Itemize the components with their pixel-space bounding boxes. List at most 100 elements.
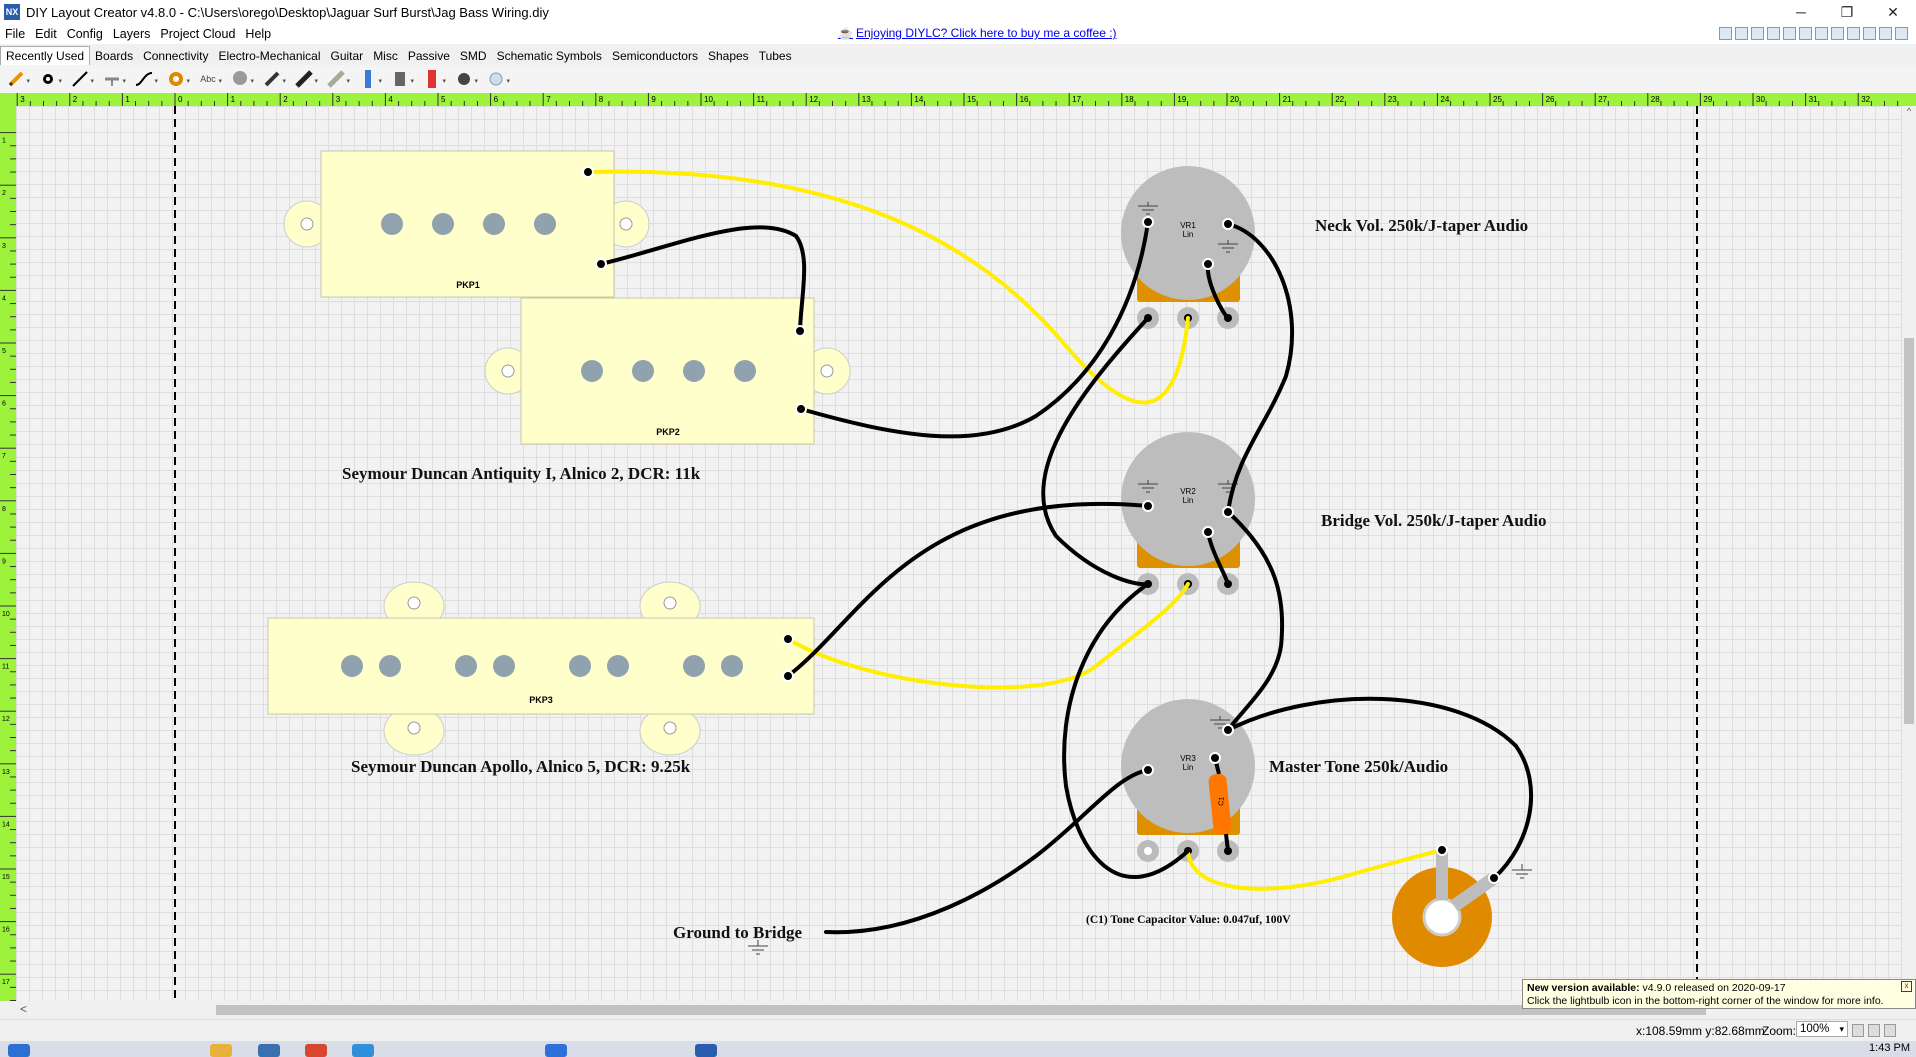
tab-guitar[interactable]: Guitar: [326, 47, 369, 65]
scroll-left-icon[interactable]: <: [20, 1002, 27, 1016]
tool-ic[interactable]: ▾: [352, 67, 384, 91]
tab-boards[interactable]: Boards: [90, 47, 138, 65]
hot-wires[interactable]: [586, 169, 1444, 891]
front-icon[interactable]: [1863, 27, 1876, 40]
tab-schematic-symbols[interactable]: Schematic Symbols: [492, 47, 607, 65]
pkp3-label: PKP3: [529, 695, 553, 705]
menu-help[interactable]: Help: [240, 27, 276, 41]
back-icon[interactable]: [1879, 27, 1892, 40]
tool-diode[interactable]: ▾: [320, 67, 352, 91]
coffee-link-text: Enjoying DIYLC? Click here to buy me a c…: [855, 26, 1117, 40]
menu-edit[interactable]: Edit: [30, 27, 62, 41]
grid-toggle-icon[interactable]: [1852, 1024, 1864, 1037]
ruler-label: 13: [862, 95, 871, 104]
tool-relay[interactable]: ▾: [416, 67, 448, 91]
label-tone-capacitor[interactable]: (C1) Tone Capacitor Value: 0.047uf, 100V: [1086, 914, 1291, 926]
redo-icon[interactable]: [1735, 27, 1748, 40]
coffee-link[interactable]: ☕ Enjoying DIYLC? Click here to buy me a …: [838, 26, 1117, 40]
tab-tubes[interactable]: Tubes: [754, 47, 797, 65]
zoom-select[interactable]: 100% ▾: [1796, 1021, 1848, 1037]
explorer-icon[interactable]: [210, 1044, 232, 1057]
group-icon[interactable]: [1783, 27, 1796, 40]
layout-drawing[interactable]: PKP1 PKP2 PKP3 VR1 Lin VR2 Lin VR3 Lin C…: [16, 106, 1902, 1001]
menu-config[interactable]: Config: [62, 27, 108, 41]
paste-icon[interactable]: [1767, 27, 1780, 40]
rotate-icon[interactable]: [1831, 27, 1844, 40]
tab-misc[interactable]: Misc: [368, 47, 403, 65]
tab-electro-mechanical[interactable]: Electro-Mechanical: [213, 47, 325, 65]
tool-jack[interactable]: ▾: [160, 67, 192, 91]
tab-semiconductors[interactable]: Semiconductors: [607, 47, 703, 65]
tool-solder-pad[interactable]: ▾: [32, 67, 64, 91]
restore-button[interactable]: ❐: [1824, 0, 1870, 24]
tab-shapes[interactable]: Shapes: [703, 47, 754, 65]
ruler-label: 11: [2, 664, 9, 671]
update-notification[interactable]: New version available: v4.9.0 released o…: [1522, 979, 1916, 1009]
lightbulb-icon[interactable]: [1868, 1024, 1880, 1037]
pot-vr2[interactable]: [1121, 432, 1255, 595]
ruler-label: 29: [1703, 95, 1712, 104]
scroll-up-icon[interactable]: ^: [1902, 106, 1916, 116]
notification-close-icon[interactable]: x: [1901, 981, 1912, 992]
output-jack[interactable]: [1392, 852, 1532, 967]
vertical-scroll-thumb[interactable]: [1904, 338, 1914, 724]
vr1-name: VR1: [1180, 221, 1196, 230]
tab-recently-used[interactable]: Recently Used: [0, 46, 91, 65]
info-icon[interactable]: [1884, 1024, 1896, 1037]
store-icon[interactable]: [352, 1044, 374, 1057]
tool-switch[interactable]: ▾: [256, 67, 288, 91]
tab-connectivity[interactable]: Connectivity: [138, 47, 213, 65]
label-master-tone[interactable]: Master Tone 250k/Audio: [1269, 757, 1448, 776]
vertical-scrollbar[interactable]: ^: [1902, 106, 1916, 1001]
horizontal-scroll-thumb[interactable]: [216, 1005, 1706, 1015]
nudge-icon[interactable]: [1847, 27, 1860, 40]
taskbar-clock: 1:43 PM: [1869, 1042, 1910, 1054]
menu-project-cloud[interactable]: Project Cloud: [155, 27, 240, 41]
minimize-button[interactable]: ─: [1778, 0, 1824, 24]
layout-canvas[interactable]: PKP1 PKP2 PKP3 VR1 Lin VR2 Lin VR3 Lin C…: [16, 106, 1902, 1001]
ruler-label: 2: [73, 95, 78, 104]
menu-layers[interactable]: Layers: [108, 27, 156, 41]
pickup-desc-antiquity[interactable]: Seymour Duncan Antiquity I, Alnico 2, DC…: [342, 464, 701, 483]
tool-ground[interactable]: ▾: [96, 67, 128, 91]
undo-icon[interactable]: [1719, 27, 1732, 40]
ruler-label: 16: [2, 927, 10, 934]
pkp2-label: PKP2: [656, 427, 680, 437]
tool-text[interactable]: Abc ▾: [192, 67, 224, 91]
copy-icon[interactable]: [1751, 27, 1764, 40]
label-ground-to-bridge[interactable]: Ground to Bridge: [673, 923, 803, 942]
tool-board[interactable]: ▾: [480, 67, 512, 91]
tool-resistor[interactable]: ▾: [288, 67, 320, 91]
tool-pencil[interactable]: ▾: [0, 67, 32, 91]
pickup-desc-apollo[interactable]: Seymour Duncan Apollo, Alnico 5, DCR: 9.…: [351, 757, 691, 776]
pickup-pkp2[interactable]: [484, 297, 851, 445]
diylc-taskbar-icon[interactable]: [545, 1044, 567, 1057]
settings-icon[interactable]: [1895, 27, 1908, 40]
menu-file[interactable]: File: [0, 27, 30, 41]
pickup-pkp3[interactable]: [267, 581, 815, 756]
flip-icon[interactable]: [1815, 27, 1828, 40]
diylc-active-icon[interactable]: [695, 1044, 717, 1057]
label-bridge-vol[interactable]: Bridge Vol. 250k/J-taper Audio: [1321, 511, 1546, 530]
tool-curve[interactable]: ▾: [128, 67, 160, 91]
pot-vr1[interactable]: [1121, 166, 1255, 329]
app-icon-1[interactable]: [258, 1044, 280, 1057]
tool-transistor[interactable]: ▾: [384, 67, 416, 91]
tool-line[interactable]: ▾: [64, 67, 96, 91]
tool-tube[interactable]: ▾: [448, 67, 480, 91]
ruler-label: 1: [2, 138, 6, 145]
tool-pot[interactable]: ▾: [224, 67, 256, 91]
vr3-taper: Lin: [1183, 763, 1194, 772]
vr2-taper: Lin: [1183, 496, 1194, 505]
start-icon[interactable]: [8, 1044, 30, 1057]
ruler-label: 3: [336, 95, 341, 104]
close-button[interactable]: ✕: [1870, 0, 1916, 24]
notification-title: New version available:: [1527, 982, 1640, 994]
component-tabs: Recently Used Boards Connectivity Electr…: [0, 45, 1916, 65]
tab-smd[interactable]: SMD: [455, 47, 492, 65]
label-neck-vol[interactable]: Neck Vol. 250k/J-taper Audio: [1315, 216, 1528, 235]
ungroup-icon[interactable]: [1799, 27, 1812, 40]
ruler-label: 9: [651, 95, 656, 104]
browser-icon[interactable]: [305, 1044, 327, 1057]
tab-passive[interactable]: Passive: [403, 47, 455, 65]
